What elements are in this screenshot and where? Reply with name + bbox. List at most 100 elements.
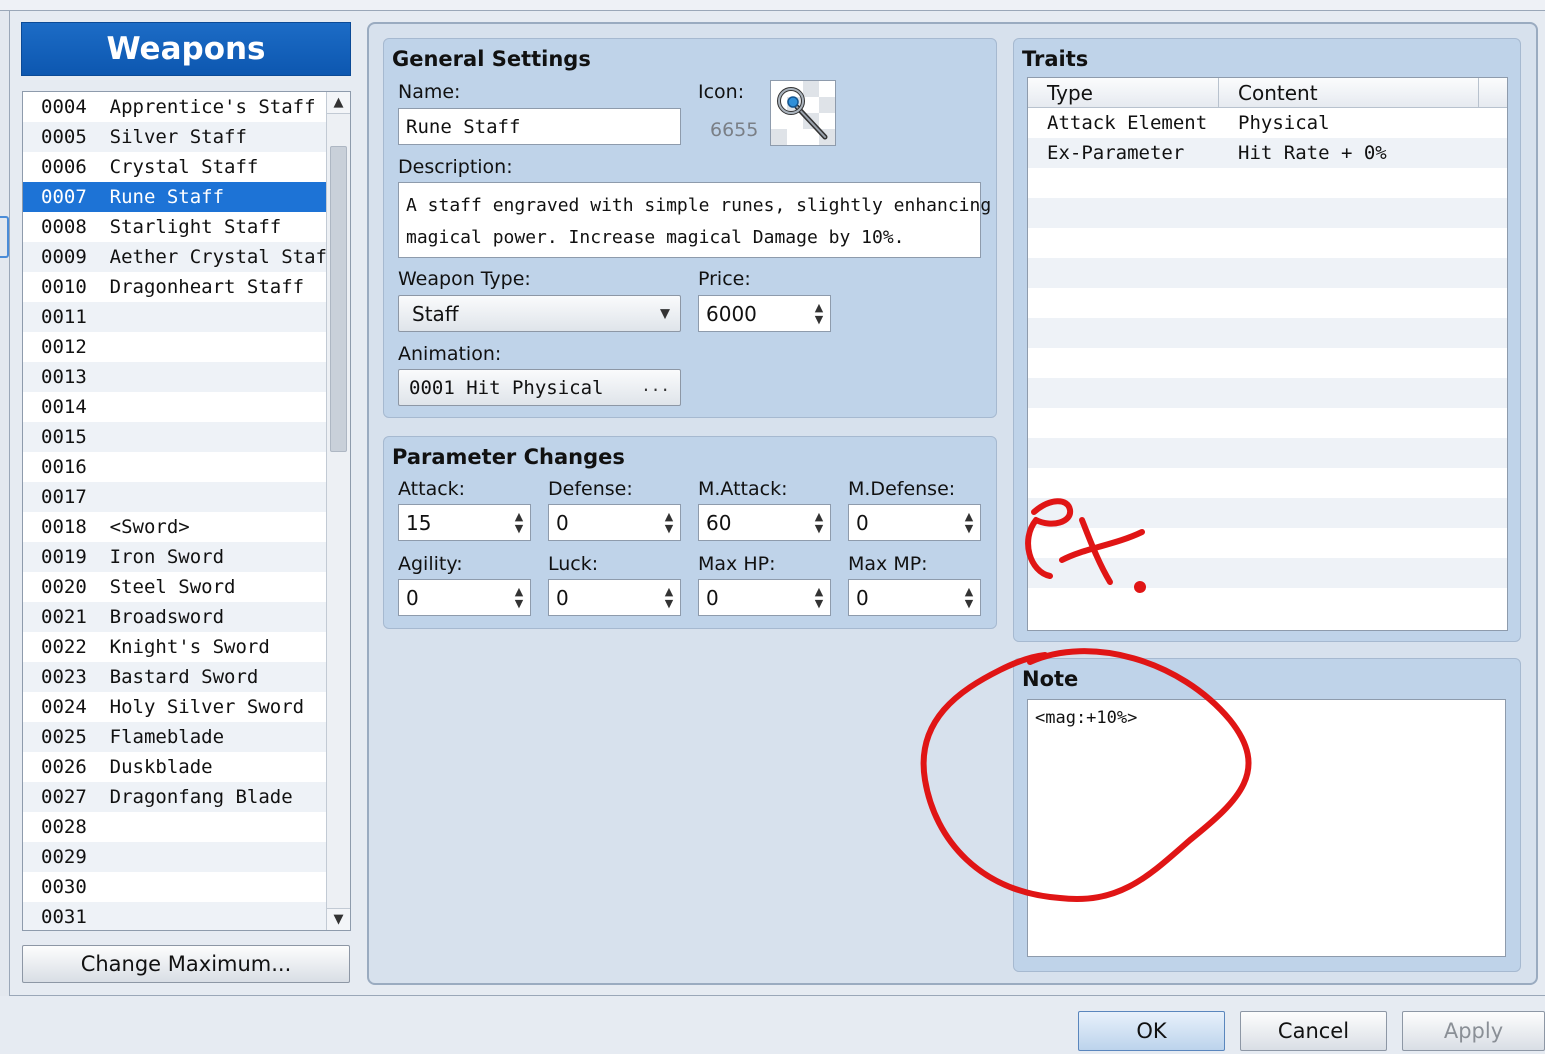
weapon-list-item[interactable]: 0011 (23, 302, 327, 332)
traits-row[interactable] (1028, 438, 1507, 468)
traits-row[interactable] (1028, 378, 1507, 408)
attack-field[interactable]: 15 ▲ ▼ (398, 504, 531, 541)
weapon-list-item[interactable]: 0013 (23, 362, 327, 392)
traits-row[interactable] (1028, 588, 1507, 618)
weapons-list[interactable]: 0004 Apprentice's Staff 0005 Silver Staff… (22, 91, 351, 931)
scroll-thumb[interactable] (330, 146, 347, 452)
trait-type-cell (1028, 408, 1219, 438)
weapon-type-dropdown[interactable]: Staff ▼ (398, 295, 681, 332)
trait-content-cell (1219, 558, 1479, 588)
maxmp-field[interactable]: 0 ▲ ▼ (848, 579, 981, 616)
traits-row[interactable] (1028, 318, 1507, 348)
traits-row[interactable]: Attack Element Physical (1028, 108, 1507, 138)
trait-type-cell (1028, 468, 1219, 498)
agility-field[interactable]: 0 ▲ ▼ (398, 579, 531, 616)
weapon-list-item[interactable]: 0015 (23, 422, 327, 452)
traits-col-type[interactable]: Type (1028, 78, 1219, 108)
defense-spinner-icon[interactable]: ▲ ▼ (658, 505, 680, 540)
trait-type-cell (1028, 318, 1219, 348)
icon-picker[interactable] (770, 80, 836, 146)
trait-content-cell: Hit Rate + 0% (1238, 142, 1387, 164)
weapon-list-item[interactable]: 0022 Knight's Sword (23, 632, 327, 662)
traits-rows: Attack Element Physical Ex-Parameter Hit Ra… (1028, 108, 1507, 618)
weapon-list-item[interactable]: 0026 Duskblade (23, 752, 327, 782)
weapon-list-item[interactable]: 0004 Apprentice's Staff (23, 92, 327, 122)
ok-button[interactable]: OK (1078, 1011, 1225, 1051)
weapon-list-item[interactable]: 0006 Crystal Staff (23, 152, 327, 182)
list-scrollbar[interactable]: ▲ ▼ (326, 92, 350, 930)
mdefense-spinner-icon[interactable]: ▲ ▼ (958, 505, 980, 540)
mattack-field[interactable]: 60 ▲ ▼ (698, 504, 831, 541)
scroll-up-icon[interactable]: ▲ (327, 92, 350, 114)
general-settings-title: General Settings (392, 47, 591, 71)
agility-spinner-icon[interactable]: ▲ ▼ (508, 580, 530, 615)
traits-row[interactable]: Ex-Parameter Hit Rate + 0% (1028, 138, 1507, 168)
weapon-list-item[interactable]: 0017 (23, 482, 327, 512)
trait-type-cell (1028, 558, 1219, 588)
price-field[interactable]: 6000 ▲ ▼ (698, 295, 831, 332)
weapon-type-label: Weapon Type: (398, 268, 531, 290)
name-label: Name: (398, 81, 461, 103)
traits-row[interactable] (1028, 558, 1507, 588)
defense-field[interactable]: 0 ▲ ▼ (548, 504, 681, 541)
traits-row[interactable] (1028, 498, 1507, 528)
luck-spinner-icon[interactable]: ▲ ▼ (658, 580, 680, 615)
general-settings-group: General Settings Name: Rune Staff Icon: … (383, 38, 997, 418)
weapons-header: Weapons (21, 22, 351, 76)
weapon-list-item[interactable]: 0025 Flameblade (23, 722, 327, 752)
weapon-list-item[interactable]: 0028 (23, 812, 327, 842)
animation-selector[interactable]: 0001 Hit Physical ... (398, 369, 681, 406)
traits-row[interactable] (1028, 288, 1507, 318)
traits-row[interactable] (1028, 528, 1507, 558)
traits-row[interactable] (1028, 198, 1507, 228)
maxhp-spinner-icon[interactable]: ▲ ▼ (808, 580, 830, 615)
weapon-list-item[interactable]: 0009 Aether Crystal Staff (23, 242, 338, 272)
trait-type-cell (1028, 528, 1219, 558)
weapon-list-item[interactable]: 0014 (23, 392, 327, 422)
trait-content-cell (1219, 288, 1479, 318)
description-field[interactable]: A staff engraved with simple runes, slig… (398, 182, 991, 258)
traits-row[interactable] (1028, 408, 1507, 438)
weapon-list-item[interactable]: 0029 (23, 842, 327, 872)
traits-row[interactable] (1028, 348, 1507, 378)
weapon-list-item[interactable]: 0030 (23, 872, 327, 902)
attack-spinner-icon[interactable]: ▲ ▼ (508, 505, 530, 540)
traits-row[interactable] (1028, 468, 1507, 498)
weapon-list-item[interactable]: 0012 (23, 332, 327, 362)
maxmp-spinner-icon[interactable]: ▲ ▼ (958, 580, 980, 615)
weapon-list-item[interactable]: 0008 Starlight Staff (23, 212, 327, 242)
weapon-list-item[interactable]: 0016 (23, 452, 327, 482)
cancel-button[interactable]: Cancel (1240, 1011, 1387, 1051)
trait-content-cell (1219, 498, 1479, 528)
weapon-list-item[interactable]: 0010 Dragonheart Staff (23, 272, 327, 302)
mdefense-field[interactable]: 0 ▲ ▼ (848, 504, 981, 541)
weapon-list-item[interactable]: 0021 Broadsword (23, 602, 327, 632)
weapon-list-item[interactable]: 0023 Bastard Sword (23, 662, 327, 692)
scroll-down-icon[interactable]: ▼ (327, 908, 350, 930)
luck-field[interactable]: 0 ▲ ▼ (548, 579, 681, 616)
maxhp-field[interactable]: 0 ▲ ▼ (698, 579, 831, 616)
weapon-list-item[interactable]: 0019 Iron Sword (23, 542, 327, 572)
price-spinner-icon[interactable]: ▲ ▼ (808, 296, 830, 331)
change-maximum-button[interactable]: Change Maximum... (22, 945, 350, 983)
traits-row[interactable] (1028, 258, 1507, 288)
traits-table[interactable]: Type Content Attack Element Physical Ex-Pa… (1027, 77, 1508, 631)
note-field[interactable]: <mag:+10%> (1027, 699, 1506, 957)
weapon-list-item[interactable]: 0027 Dragonfang Blade (23, 782, 327, 812)
trait-content-cell (1219, 438, 1479, 468)
weapon-list-item[interactable]: 0007 Rune Staff (23, 182, 327, 212)
weapon-list-item[interactable]: 0018 <Sword> (23, 512, 327, 542)
mattack-spinner-icon[interactable]: ▲ ▼ (808, 505, 830, 540)
trait-content-cell (1219, 228, 1479, 258)
apply-button[interactable]: Apply (1402, 1011, 1545, 1051)
weapon-list-item[interactable]: 0005 Silver Staff (23, 122, 327, 152)
traits-col-content[interactable]: Content (1219, 78, 1479, 108)
weapon-list-item[interactable]: 0031 (23, 902, 327, 930)
weapon-list-item[interactable]: 0020 Steel Sword (23, 572, 327, 602)
traits-row[interactable] (1028, 228, 1507, 258)
name-field[interactable]: Rune Staff (398, 108, 681, 145)
weapon-list-item[interactable]: 0024 Holy Silver Sword (23, 692, 327, 722)
trait-type-cell (1028, 378, 1219, 408)
left-tab-marker[interactable] (0, 216, 9, 258)
traits-row[interactable] (1028, 168, 1507, 198)
